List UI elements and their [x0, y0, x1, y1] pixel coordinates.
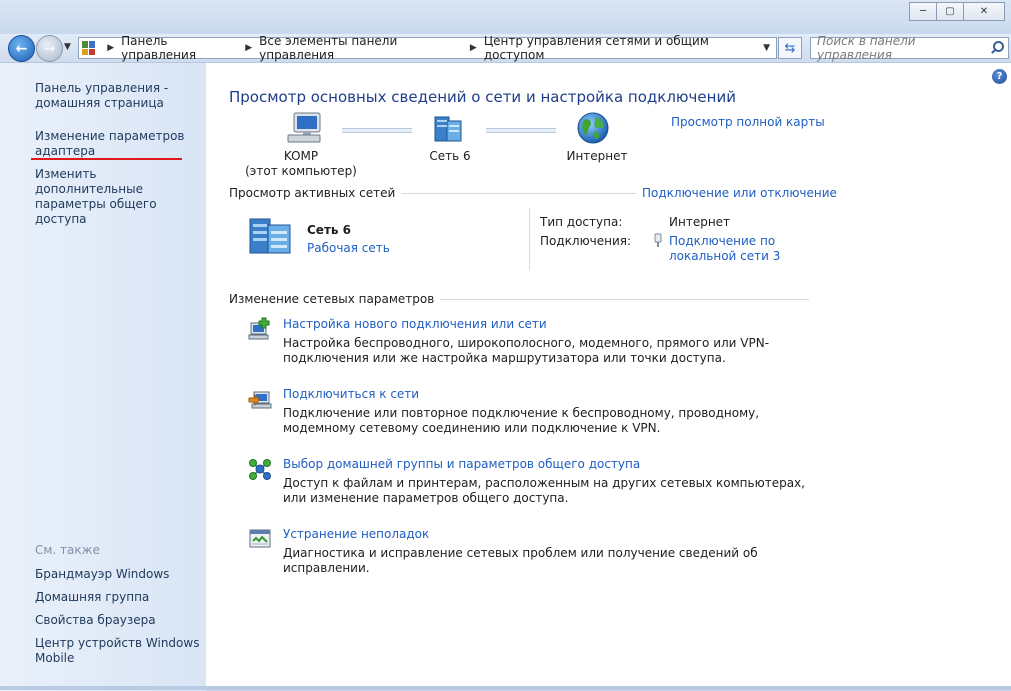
troubleshoot-icon	[249, 529, 271, 548]
computer-icon	[287, 112, 321, 143]
map-internet-name: Интернет	[566, 149, 628, 163]
sidebar-link-adapter-settings[interactable]: Изменение параметров адаптера	[35, 129, 200, 159]
active-networks-divider	[529, 208, 530, 270]
map-link-network-internet	[486, 128, 556, 133]
map-link-computer-network	[342, 128, 412, 133]
search-icon[interactable]	[988, 40, 1004, 56]
close-button[interactable]: ✕	[963, 2, 1005, 21]
search-box[interactable]: Поиск в панели управления	[810, 34, 1009, 62]
connection-link[interactable]: Подключение по локальной сети 3	[669, 234, 799, 264]
new-connection-icon	[248, 317, 270, 340]
address-bar[interactable]: ▶ Панель управления ▶ Все элементы панел…	[78, 34, 777, 62]
breadcrumb-network-center[interactable]: Центр управления сетями и общим доступом	[484, 34, 757, 62]
maximize-button[interactable]: ▢	[936, 2, 964, 21]
full-map-link[interactable]: Просмотр полной карты	[671, 115, 825, 129]
homegroup-sharing-desc: Доступ к файлам и принтерам, расположенн…	[283, 476, 805, 505]
see-also-heading: См. также	[35, 543, 100, 557]
active-networks-heading: Просмотр активных сетей	[229, 186, 402, 200]
control-panel-icon	[82, 41, 96, 55]
network-icon	[249, 218, 291, 254]
window-bottom-border	[0, 686, 1011, 690]
homegroup-icon	[249, 459, 271, 480]
map-computer-name: KOMP	[283, 149, 319, 163]
change-settings-heading: Изменение сетевых параметров	[229, 292, 441, 306]
access-type-label: Тип доступа:	[540, 215, 623, 229]
breadcrumb-control-panel[interactable]: Панель управления	[121, 34, 239, 62]
refresh-button[interactable]: ⇆	[778, 37, 802, 59]
search-input[interactable]: Поиск в панели управления	[811, 34, 988, 62]
setup-new-connection-desc: Настройка беспроводного, широкополосного…	[283, 336, 770, 365]
window-controls: ─ ▢ ✕	[909, 2, 1005, 21]
sidebar: Панель управления - домашняя страница Из…	[0, 62, 206, 691]
troubleshoot-link[interactable]: Устранение неполадок	[283, 527, 429, 541]
minimize-button[interactable]: ─	[909, 2, 937, 21]
see-also-firewall[interactable]: Брандмауэр Windows	[35, 567, 200, 582]
access-type-value: Интернет	[669, 215, 731, 229]
map-computer-sub: (этот компьютер)	[245, 164, 357, 178]
refresh-icon: ⇆	[784, 40, 796, 56]
connect-to-network-link[interactable]: Подключиться к сети	[283, 387, 419, 401]
page-title: Просмотр основных сведений о сети и наст…	[229, 88, 736, 106]
forward-arrow-icon: →	[43, 40, 56, 57]
connections-label: Подключения:	[540, 234, 632, 248]
main-content: ? Просмотр основных сведений о сети и на…	[206, 62, 1011, 689]
control-panel-window: ─ ▢ ✕ ← → ▼ ▶ Панель управления ▶ Все эл…	[0, 0, 1011, 691]
sidebar-link-home[interactable]: Панель управления - домашняя страница	[35, 81, 200, 111]
sidebar-link-sharing-settings[interactable]: Изменить дополнительные параметры общего…	[35, 167, 200, 227]
ethernet-connection-icon	[654, 233, 662, 247]
highlight-underline	[31, 158, 182, 160]
connect-to-network-icon	[248, 391, 272, 409]
homegroup-sharing-link[interactable]: Выбор домашней группы и параметров общег…	[283, 457, 640, 471]
connect-disconnect-link[interactable]: Подключение или отключение	[636, 186, 837, 200]
see-also-internet-options[interactable]: Свойства браузера	[35, 613, 200, 628]
network-type-link[interactable]: Рабочая сеть	[307, 241, 390, 255]
see-also-homegroup[interactable]: Домашняя группа	[35, 590, 200, 605]
forward-button[interactable]: →	[36, 35, 63, 62]
globe-icon	[577, 112, 609, 144]
breadcrumb-all-items[interactable]: Все элементы панели управления	[259, 34, 464, 62]
breadcrumb-separator-icon[interactable]: ▶	[107, 43, 114, 53]
title-bar: ─ ▢ ✕	[0, 0, 1011, 34]
troubleshoot-desc: Диагностика и исправление сетевых пробле…	[283, 546, 758, 575]
map-network-name: Сеть 6	[429, 149, 471, 163]
active-network-name: Сеть 6	[307, 223, 352, 237]
breadcrumb-separator-icon[interactable]: ▶	[245, 43, 252, 53]
see-also-mobile-device-center[interactable]: Центр устройств Windows Mobile	[35, 636, 200, 666]
back-button[interactable]: ←	[8, 35, 35, 62]
back-arrow-icon: ←	[15, 40, 28, 57]
navigation-bar: ← → ▼ ▶ Панель управления ▶ Все элементы…	[0, 34, 1011, 62]
setup-new-connection-link[interactable]: Настройка нового подключения или сети	[283, 317, 547, 331]
address-dropdown-icon[interactable]: ▼	[757, 43, 776, 53]
connect-to-network-desc: Подключение или повторное подключение к …	[283, 406, 760, 435]
help-icon[interactable]: ?	[992, 69, 1007, 84]
network-icon	[434, 116, 462, 142]
recent-pages-dropdown[interactable]: ▼	[64, 42, 71, 52]
breadcrumb-separator-icon[interactable]: ▶	[470, 43, 477, 53]
